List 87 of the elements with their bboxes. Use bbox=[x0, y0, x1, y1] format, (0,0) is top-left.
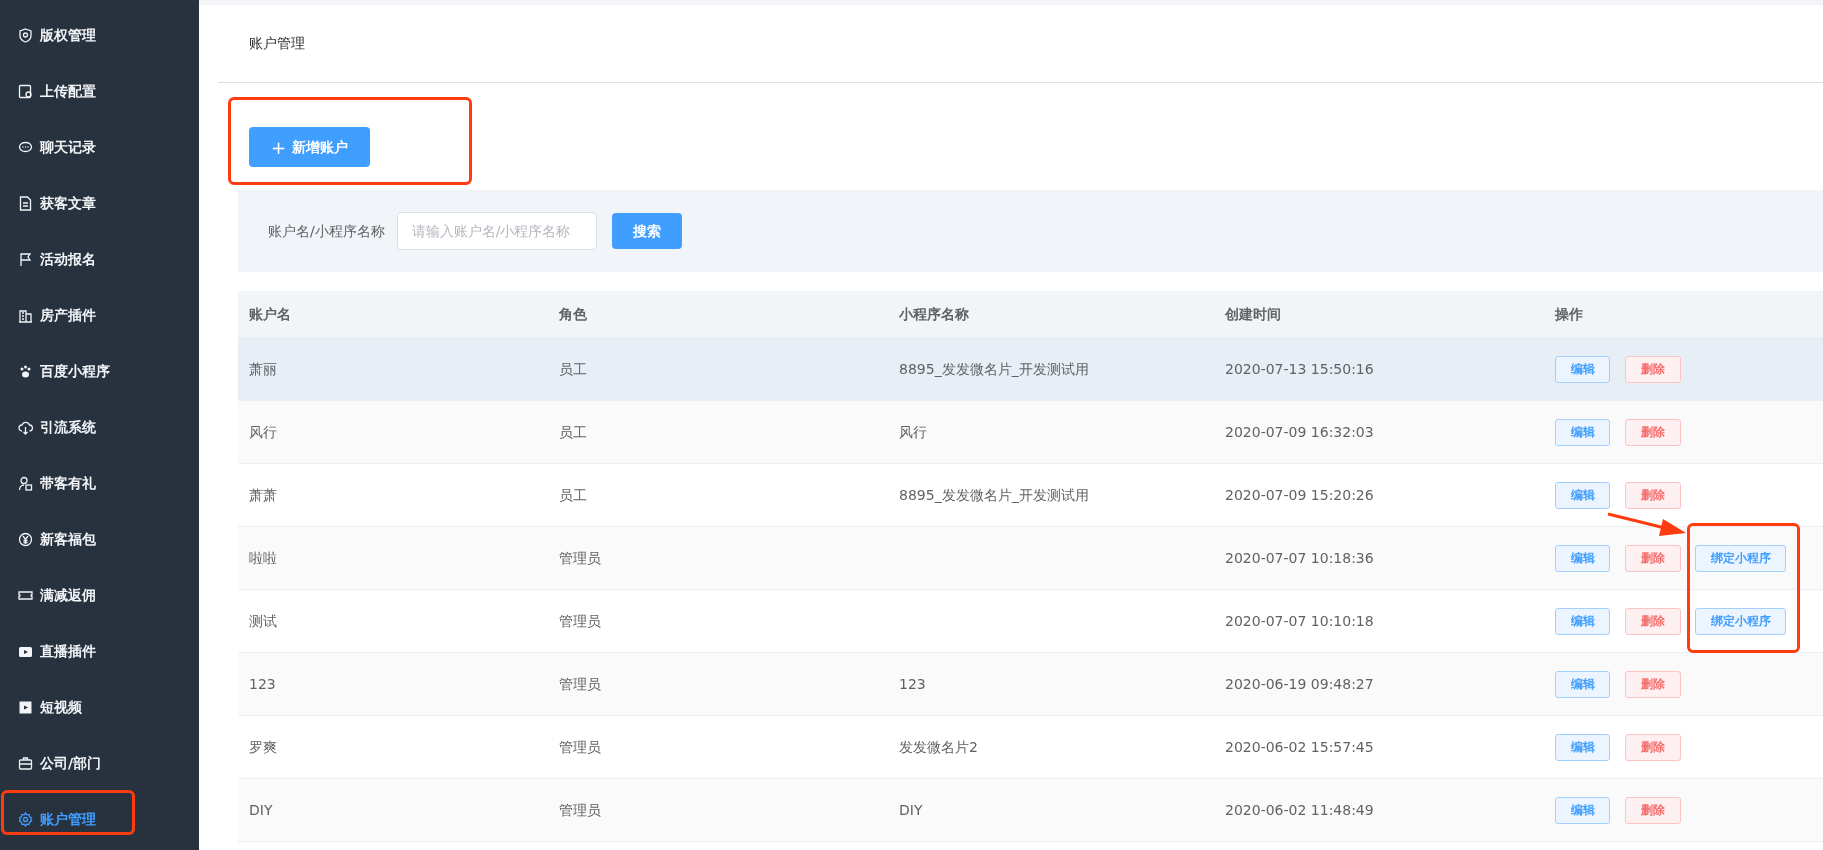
table-cell: 管理员 bbox=[559, 801, 601, 818]
building-icon bbox=[18, 307, 33, 323]
briefcase-icon bbox=[18, 755, 33, 771]
delete-button[interactable]: 删除 bbox=[1625, 544, 1681, 572]
video-icon bbox=[18, 699, 33, 715]
sidebar-item[interactable]: 获客文章 bbox=[0, 175, 199, 231]
edit-button[interactable]: 编辑 bbox=[1555, 796, 1610, 824]
table-cell: 风行 bbox=[899, 423, 927, 440]
plus-icon: + bbox=[271, 133, 287, 161]
column-header: 账户名 bbox=[248, 304, 292, 324]
paw-icon bbox=[18, 363, 33, 379]
breadcrumb: 账户管理 bbox=[249, 34, 305, 53]
table-cell: 员工 bbox=[559, 360, 587, 377]
sidebar-item[interactable]: 活动报名 bbox=[0, 231, 199, 287]
yen-icon bbox=[18, 531, 33, 547]
sidebar-item[interactable]: 新客福包 bbox=[0, 511, 199, 567]
table-cell: 发发微名片2 bbox=[899, 738, 978, 755]
sidebar-item[interactable]: 百度小程序 bbox=[0, 343, 199, 399]
table-cell: 员工 bbox=[559, 486, 587, 503]
table-cell: 管理员 bbox=[559, 612, 601, 629]
table-cell: 8895_发发微名片_开发测试用 bbox=[899, 360, 1089, 377]
table-cell: 萧萧 bbox=[249, 486, 277, 503]
upload-settings-icon bbox=[18, 83, 33, 99]
table-cell: 123 bbox=[249, 675, 276, 692]
table-cell: 风行 bbox=[249, 423, 277, 440]
document-icon bbox=[18, 195, 33, 211]
column-header: 角色 bbox=[558, 304, 588, 324]
sidebar-item[interactable]: 公司/部门 bbox=[0, 735, 199, 791]
column-header: 操作 bbox=[1554, 304, 1584, 324]
sidebar-item[interactable]: 短视频 bbox=[0, 679, 199, 735]
edit-button[interactable]: 编辑 bbox=[1555, 481, 1610, 509]
table-cell: 管理员 bbox=[559, 549, 601, 566]
chat-icon bbox=[18, 139, 33, 155]
table-cell: 8895_发发微名片_开发测试用 bbox=[899, 486, 1089, 503]
table-cell: DIY bbox=[899, 801, 923, 818]
user-gift-icon bbox=[18, 475, 33, 491]
table-cell: 123 bbox=[899, 675, 926, 692]
table-cell: 2020-07-09 15:20:26 bbox=[1225, 486, 1374, 503]
sidebar-item[interactable]: 账户管理 bbox=[0, 791, 199, 847]
edit-button[interactable]: 编辑 bbox=[1555, 670, 1610, 698]
edit-button[interactable]: 编辑 bbox=[1555, 355, 1610, 383]
table-cell: 测试 bbox=[249, 612, 277, 629]
edit-button[interactable]: 编辑 bbox=[1555, 607, 1610, 635]
delete-button[interactable]: 删除 bbox=[1625, 355, 1681, 383]
flag-icon bbox=[18, 251, 33, 267]
delete-button[interactable]: 删除 bbox=[1625, 481, 1681, 509]
table-cell: 2020-07-07 10:10:18 bbox=[1225, 612, 1374, 629]
sidebar-item[interactable]: 上传配置 bbox=[0, 63, 199, 119]
table-cell: 员工 bbox=[559, 423, 587, 440]
column-header: 小程序名称 bbox=[898, 304, 970, 324]
table-cell: 管理员 bbox=[559, 675, 601, 692]
gear-icon bbox=[18, 811, 33, 827]
shield-icon bbox=[18, 27, 33, 43]
bind-miniprogram-button[interactable]: 绑定小程序 bbox=[1695, 544, 1786, 572]
column-header: 创建时间 bbox=[1224, 304, 1282, 324]
delete-button[interactable]: 删除 bbox=[1625, 607, 1681, 635]
table-cell: 2020-06-02 15:57:45 bbox=[1225, 738, 1374, 755]
delete-button[interactable]: 删除 bbox=[1625, 670, 1681, 698]
table-cell: 罗爽 bbox=[249, 738, 277, 755]
bind-miniprogram-button[interactable]: 绑定小程序 bbox=[1695, 607, 1786, 635]
delete-button[interactable]: 删除 bbox=[1625, 418, 1681, 446]
search-field[interactable]: 请输入账户名/小程序名称 bbox=[396, 212, 597, 250]
search-button[interactable]: 搜索 bbox=[611, 213, 682, 249]
edit-button[interactable]: 编辑 bbox=[1555, 418, 1610, 446]
delete-button[interactable]: 删除 bbox=[1625, 733, 1681, 761]
cloud-download-icon bbox=[18, 419, 33, 435]
table-cell: 萧丽 bbox=[249, 360, 277, 377]
table-cell: 啦啦 bbox=[249, 549, 277, 566]
sidebar-item[interactable]: 满减返佣 bbox=[0, 567, 199, 623]
edit-button[interactable]: 编辑 bbox=[1555, 733, 1610, 761]
add-account-button[interactable]: + 新增账户 bbox=[249, 127, 371, 167]
sidebar-item[interactable]: 直播插件 bbox=[0, 623, 199, 679]
table-cell: 2020-07-09 16:32:03 bbox=[1225, 423, 1374, 440]
sidebar-item[interactable]: 聊天记录 bbox=[0, 119, 199, 175]
sidebar-item[interactable]: 版权管理 bbox=[0, 7, 199, 63]
sidebar-item[interactable]: 引流系统 bbox=[0, 399, 199, 455]
table-cell: 2020-07-07 10:18:36 bbox=[1225, 549, 1374, 566]
table-cell: 2020-07-13 15:50:16 bbox=[1225, 360, 1374, 377]
table-cell: DIY bbox=[249, 801, 273, 818]
table-cell: 管理员 bbox=[559, 738, 601, 755]
delete-button[interactable]: 删除 bbox=[1625, 796, 1681, 824]
sidebar-item[interactable]: 带客有礼 bbox=[0, 455, 199, 511]
search-label: 账户名/小程序名称 bbox=[268, 221, 385, 241]
table-cell: 2020-06-02 11:48:49 bbox=[1225, 801, 1374, 818]
sidebar-item[interactable]: 房产插件 bbox=[0, 287, 199, 343]
edit-button[interactable]: 编辑 bbox=[1555, 544, 1610, 572]
table-cell: 2020-06-19 09:48:27 bbox=[1225, 675, 1374, 692]
